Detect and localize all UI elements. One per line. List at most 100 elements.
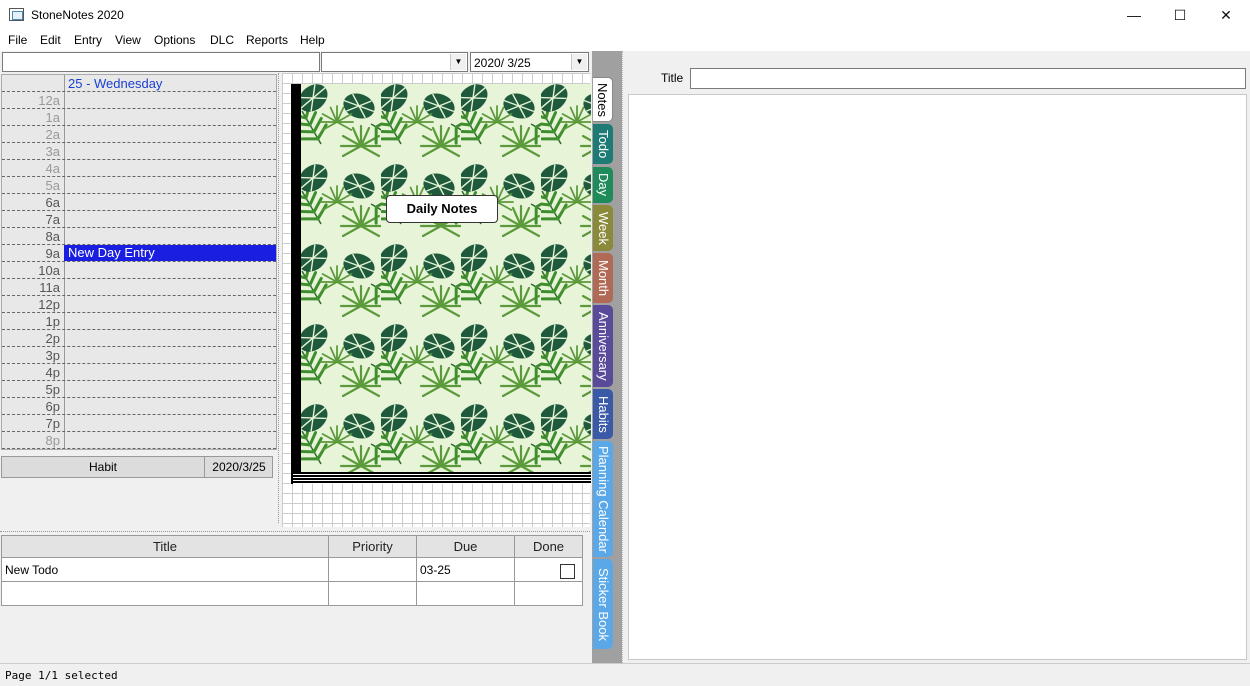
hour-row[interactable]: 8p (2, 432, 276, 449)
menu-help[interactable]: Help (300, 33, 325, 47)
chevron-down-icon[interactable]: ▼ (450, 54, 466, 70)
splitter-horizontal[interactable] (0, 531, 590, 532)
tab-month[interactable]: Month (593, 253, 613, 303)
hour-cell[interactable] (64, 228, 276, 244)
hour-row[interactable]: 12p (2, 296, 276, 313)
hour-label: 3a (45, 144, 60, 159)
tab-todo[interactable]: Todo (593, 124, 613, 164)
hour-row[interactable]: 7a (2, 211, 276, 228)
menu-reports[interactable]: Reports (246, 33, 288, 47)
todo-empty-cell[interactable] (2, 582, 329, 606)
hour-row[interactable]: 8a (2, 228, 276, 245)
tab-sticker-book[interactable]: Sticker Book (593, 559, 613, 649)
column-header-due[interactable]: Due (417, 536, 515, 558)
tab-anniversary[interactable]: Anniversary (593, 305, 613, 387)
hour-cell[interactable] (64, 92, 276, 108)
day-entry[interactable]: New Day Entry (64, 245, 276, 261)
hour-cell[interactable] (64, 296, 276, 312)
hour-row[interactable]: 3a (2, 143, 276, 160)
todo-empty-cell[interactable] (417, 582, 515, 606)
day-schedule[interactable]: 25 - Wednesday 12a 1a 2a 3a 4a 5a 6a 7a 8a 9a New … (1, 74, 277, 450)
hour-cell[interactable] (64, 143, 276, 159)
hour-row[interactable]: 5a (2, 177, 276, 194)
menu-dlc[interactable]: DLC (210, 33, 234, 47)
menu-file[interactable]: File (8, 33, 27, 47)
hour-cell[interactable] (64, 262, 276, 278)
hour-cell[interactable] (64, 194, 276, 210)
menu-options[interactable]: Options (154, 33, 195, 47)
column-header-done[interactable]: Done (515, 536, 582, 558)
tab-notes[interactable]: Notes (593, 77, 613, 122)
hour-label: 12p (38, 297, 60, 312)
hour-cell[interactable] (64, 211, 276, 227)
hour-row[interactable]: 7p (2, 415, 276, 432)
note-body-editor[interactable] (628, 94, 1247, 660)
todo-empty-cell[interactable] (329, 582, 417, 606)
hour-cell[interactable] (64, 432, 276, 448)
title-input[interactable] (690, 68, 1246, 89)
todo-empty-cell[interactable] (515, 582, 582, 606)
hour-row[interactable]: 6p (2, 398, 276, 415)
hour-row[interactable]: 2p (2, 330, 276, 347)
notebook-title: Daily Notes (386, 195, 498, 223)
habit-date[interactable]: 2020/3/25 (206, 457, 272, 477)
hour-row[interactable]: 1a (2, 109, 276, 126)
hour-label: 11a (39, 280, 60, 295)
column-header-priority[interactable]: Priority (329, 536, 417, 558)
hour-cell[interactable] (64, 330, 276, 346)
hour-cell[interactable] (64, 126, 276, 142)
menu-view[interactable]: View (115, 33, 141, 47)
hour-row[interactable]: 4a (2, 160, 276, 177)
hour-cell[interactable] (64, 160, 276, 176)
hour-label: 7p (45, 416, 60, 431)
hour-cell[interactable] (64, 364, 276, 380)
date-picker[interactable]: 2020/ 3/25 ▼ (470, 52, 589, 72)
hour-row[interactable]: 1p (2, 313, 276, 330)
hour-label: 1a (45, 110, 60, 125)
hour-row[interactable]: 2a (2, 126, 276, 143)
status-text: Page 1/1 selected (5, 669, 118, 682)
window-title: StoneNotes 2020 (31, 8, 124, 22)
hour-label: 4a (45, 161, 60, 176)
daily-notes-notebook[interactable] (291, 84, 591, 484)
todo-title-cell[interactable]: New Todo (2, 558, 329, 582)
todo-due-cell[interactable]: 03-25 (417, 558, 515, 582)
title-bar: StoneNotes 2020 — ☐ ✕ (0, 0, 1250, 30)
hour-cell[interactable] (64, 177, 276, 193)
hour-row[interactable]: 10a (2, 262, 276, 279)
hour-row[interactable]: 5p (2, 381, 276, 398)
hour-row[interactable]: 3p (2, 347, 276, 364)
hour-row[interactable]: 6a (2, 194, 276, 211)
hour-cell[interactable] (64, 313, 276, 329)
hour-cell[interactable] (64, 109, 276, 125)
habit-label[interactable]: Habit (2, 457, 205, 477)
minimize-button[interactable]: — (1111, 0, 1157, 30)
todo-table[interactable]: Title Priority Due Done New Todo 03-25 (1, 535, 583, 606)
tab-week[interactable]: Week (593, 205, 613, 251)
tab-habits[interactable]: Habits (593, 389, 613, 439)
menu-edit[interactable]: Edit (40, 33, 61, 47)
tab-planning-calendar[interactable]: Planning Calendar (593, 441, 613, 557)
filter-select[interactable]: ▼ (321, 52, 468, 72)
close-button[interactable]: ✕ (1203, 0, 1249, 30)
hour-cell[interactable] (64, 279, 276, 295)
tab-day[interactable]: Day (593, 167, 613, 203)
hour-cell[interactable] (64, 398, 276, 414)
section-tabs: Notes Todo Day Week Month Anniversary Ha… (592, 51, 622, 663)
hour-row[interactable]: 12a (2, 92, 276, 109)
hour-label: 8a (45, 229, 60, 244)
hour-row[interactable]: 4p (2, 364, 276, 381)
menu-entry[interactable]: Entry (74, 33, 102, 47)
hour-cell[interactable] (64, 415, 276, 431)
hour-cell[interactable] (64, 347, 276, 363)
search-input[interactable] (2, 52, 320, 72)
hour-row[interactable]: 11a (2, 279, 276, 296)
chevron-down-icon[interactable]: ▼ (571, 54, 587, 70)
hour-cell[interactable] (64, 381, 276, 397)
day-header-row: 25 - Wednesday (2, 75, 276, 92)
todo-priority-cell[interactable] (329, 558, 417, 582)
done-checkbox[interactable] (560, 564, 575, 579)
splitter-vertical[interactable] (278, 73, 279, 523)
column-header-title[interactable]: Title (2, 536, 329, 558)
maximize-button[interactable]: ☐ (1157, 0, 1203, 30)
